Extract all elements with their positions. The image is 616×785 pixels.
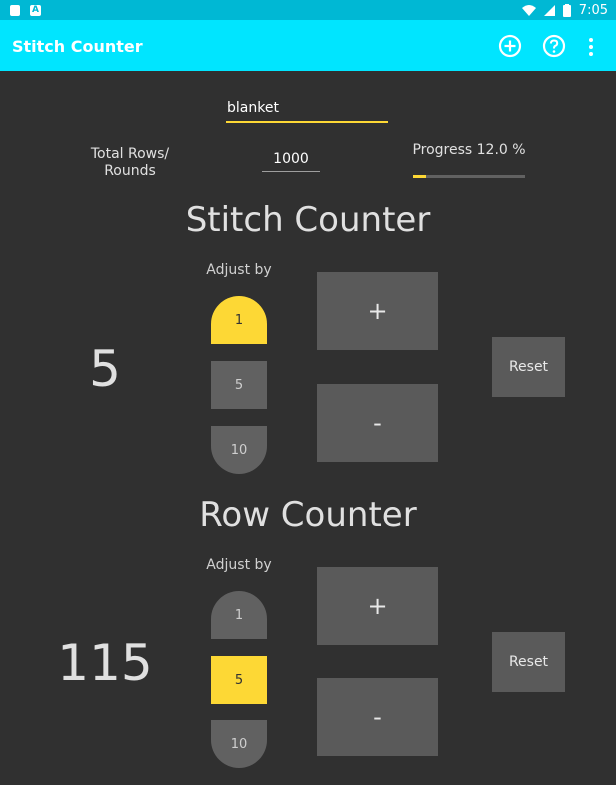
- stitch-reset-button[interactable]: Reset: [492, 337, 565, 397]
- row-counter-title: Row Counter: [199, 495, 417, 535]
- stitch-count: 5: [89, 340, 121, 398]
- total-rows-input[interactable]: 1000: [262, 151, 320, 172]
- battery-icon: [562, 3, 571, 17]
- stitch-increment-button[interactable]: +: [317, 272, 438, 350]
- row-adjust-label: Adjust by: [206, 557, 272, 573]
- stitch-decrement-button[interactable]: -: [317, 384, 438, 462]
- stitch-adjust-label: Adjust by: [206, 262, 272, 278]
- overflow-menu-icon[interactable]: [585, 36, 597, 58]
- help-circle-icon[interactable]: [541, 33, 567, 59]
- row-adjust-10-button[interactable]: 10: [211, 720, 267, 768]
- status-bar: A 7:05: [0, 0, 616, 20]
- row-decrement-button[interactable]: -: [317, 678, 438, 756]
- wifi-icon: [521, 4, 536, 16]
- app-notification-icon: A: [30, 4, 41, 16]
- add-circle-icon[interactable]: [497, 33, 523, 59]
- progress-bar-fill: [413, 175, 427, 178]
- app-bar: Stitch Counter: [0, 20, 616, 71]
- row-reset-button[interactable]: Reset: [492, 632, 565, 692]
- row-adjust-5-button[interactable]: 5: [211, 656, 267, 704]
- app-title: Stitch Counter: [12, 37, 143, 56]
- stitch-counter-title: Stitch Counter: [185, 200, 431, 240]
- sd-card-icon: [10, 4, 20, 16]
- signal-icon: [543, 4, 555, 16]
- project-name-value: blanket: [227, 100, 279, 116]
- clock-time: 7:05: [578, 2, 608, 18]
- total-rows-label: Total Rows/ Rounds: [90, 146, 170, 179]
- stitch-adjust-5-button[interactable]: 5: [211, 361, 267, 409]
- stitch-adjust-10-button[interactable]: 10: [211, 426, 267, 474]
- progress-bar: [413, 175, 525, 178]
- project-name-input[interactable]: blanket: [226, 99, 388, 123]
- row-increment-button[interactable]: +: [317, 567, 438, 645]
- row-adjust-1-button[interactable]: 1: [211, 591, 267, 639]
- row-count: 115: [57, 634, 153, 692]
- progress-label: Progress 12.0 %: [412, 142, 526, 158]
- stitch-adjust-1-button[interactable]: 1: [211, 296, 267, 344]
